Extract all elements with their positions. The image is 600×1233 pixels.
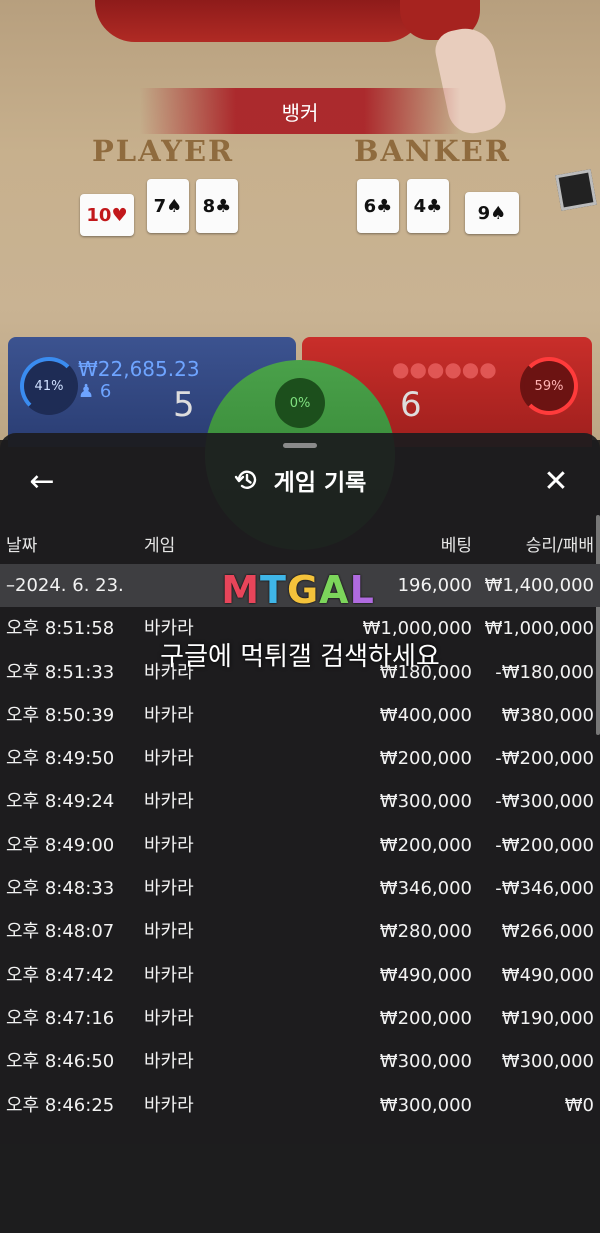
row-bet: ₩300,000 xyxy=(379,791,472,813)
table-row[interactable]: 오후 8:48:33 바카라 ₩346,000 -₩346,000 xyxy=(0,867,600,910)
row-win: -₩300,000 xyxy=(495,791,594,813)
person-icon: ♟ xyxy=(78,381,95,402)
player-card-1: 10♥ xyxy=(80,194,134,236)
history-table-header: 날짜 게임 베팅 승리/패배 xyxy=(0,531,600,557)
row-win: -₩200,000 xyxy=(495,748,594,770)
row-date: 오후 8:48:33 xyxy=(6,878,115,900)
row-date: 오후 8:50:39 xyxy=(6,704,115,726)
header-date: 날짜 xyxy=(6,536,38,556)
watermark-text: 구글에 먹튀갤 검색하세요 xyxy=(160,642,440,672)
banker-card-3: 9♠ xyxy=(465,192,519,234)
table-row[interactable]: 오후 8:47:16 바카라 ₩200,000 ₩190,000 xyxy=(0,997,600,1040)
player-card-3: 8♣ xyxy=(196,179,238,233)
banker-score: 6 xyxy=(400,385,422,425)
row-bet: ₩280,000 xyxy=(379,921,472,943)
watermark-logo-letter: T xyxy=(260,568,287,612)
row-bet: ₩300,000 xyxy=(379,1094,472,1116)
banker-card-2: 4♣ xyxy=(407,179,449,233)
header-bet: 베팅 xyxy=(440,536,472,556)
row-game: 바카라 xyxy=(144,748,194,770)
table-row[interactable]: 오후 8:49:50 바카라 ₩200,000 -₩200,000 xyxy=(0,737,600,780)
row-game: 바카라 xyxy=(144,791,194,813)
player-bettor-count-value: 6 xyxy=(99,381,112,402)
row-date: 오후 8:46:50 xyxy=(6,1051,115,1073)
row-bet: ₩490,000 xyxy=(379,964,472,986)
row-game: 바카라 xyxy=(144,1007,194,1029)
row-date: 오후 8:48:07 xyxy=(6,921,115,943)
round-result-label: 뱅커 xyxy=(281,100,319,125)
watermark-logo-letter: A xyxy=(319,568,350,612)
row-win: ₩266,000 xyxy=(501,921,594,943)
row-game: 바카라 xyxy=(144,921,194,943)
banker-card-1: 6♣ xyxy=(357,179,399,233)
row-bet: ₩200,000 xyxy=(379,748,472,770)
row-date: 오후 8:49:00 xyxy=(6,834,115,856)
table-row[interactable]: 오후 8:47:42 바카라 ₩490,000 ₩490,000 xyxy=(0,954,600,997)
row-game: 바카라 xyxy=(144,1051,194,1073)
table-row[interactable]: 오후 8:50:39 바카라 ₩400,000 ₩380,000 xyxy=(0,694,600,737)
close-button[interactable]: ✕ xyxy=(538,463,574,499)
watermark-logo: MTGAL xyxy=(196,566,400,614)
tie-percent: 0% xyxy=(289,395,311,411)
row-game: 바카라 xyxy=(144,834,194,856)
row-game: 바카라 xyxy=(144,878,194,900)
game-history-sheet: ← 게임 기록 ✕ 날짜 게임 베팅 승리/패배 –2024. 6. 23. 1… xyxy=(0,433,600,1233)
table-row[interactable]: 오후 8:46:25 바카라 ₩300,000 ₩0 xyxy=(0,1084,600,1127)
summary-date: –2024. 6. 23. xyxy=(6,575,124,596)
watermark-logo-letter: M xyxy=(221,568,261,612)
row-win: ₩380,000 xyxy=(501,704,594,726)
table-row[interactable]: 오후 8:46:50 바카라 ₩300,000 ₩300,000 xyxy=(0,1040,600,1083)
table-row[interactable]: 오후 8:48:07 바카라 ₩280,000 ₩266,000 xyxy=(0,910,600,953)
row-win: ₩0 xyxy=(564,1094,594,1116)
round-result-banner: 뱅커 xyxy=(140,88,460,134)
row-bet: ₩200,000 xyxy=(379,834,472,856)
title-group: 게임 기록 xyxy=(0,463,600,497)
sheet-header: ← 게임 기록 ✕ xyxy=(0,455,600,505)
row-win: ₩190,000 xyxy=(501,1007,594,1029)
row-game: 바카라 xyxy=(144,964,194,986)
watermark-logo-letter: L xyxy=(349,568,375,612)
banker-bet-amount-blurred: ●●●●●● xyxy=(392,357,497,381)
row-date: 오후 8:47:16 xyxy=(6,1007,115,1029)
row-date: 오후 8:49:50 xyxy=(6,748,115,770)
summary-bet: 196,000 xyxy=(397,575,472,596)
banker-percent-ring: 59% xyxy=(520,357,578,415)
sheet-title: 게임 기록 xyxy=(273,470,367,496)
player-percent: 41% xyxy=(34,378,64,394)
close-icon: ✕ xyxy=(543,463,569,499)
summary-win: ₩1,400,000 xyxy=(484,575,594,596)
row-win: -₩346,000 xyxy=(495,878,594,900)
table-row[interactable]: 오후 8:49:00 바카라 ₩200,000 -₩200,000 xyxy=(0,824,600,867)
player-card-2: 7♠ xyxy=(147,179,189,233)
row-bet: ₩300,000 xyxy=(379,1051,472,1073)
tie-percent-ring: 0% xyxy=(275,378,325,428)
player-score: 5 xyxy=(173,385,195,425)
row-bet: ₩200,000 xyxy=(379,1007,472,1029)
row-game: 바카라 xyxy=(144,704,194,726)
banker-label: BANKER xyxy=(354,134,511,168)
dealer xyxy=(95,0,425,42)
row-win: -₩200,000 xyxy=(495,834,594,856)
player-percent-ring: 41% xyxy=(20,357,78,415)
sheet-drag-handle[interactable] xyxy=(283,443,317,448)
row-bet: ₩400,000 xyxy=(379,704,472,726)
row-date: 오후 8:49:24 xyxy=(6,791,115,813)
row-date: 오후 8:46:25 xyxy=(6,1094,115,1116)
card-shoe xyxy=(555,169,597,211)
player-label: PLAYER xyxy=(92,134,235,168)
watermark-logo-letter: G xyxy=(286,568,320,612)
row-win: ₩490,000 xyxy=(501,964,594,986)
row-win: ₩300,000 xyxy=(501,1051,594,1073)
row-game: 바카라 xyxy=(144,1094,194,1116)
history-icon xyxy=(234,470,256,489)
table-row[interactable]: 오후 8:49:24 바카라 ₩300,000 -₩300,000 xyxy=(0,780,600,823)
banker-percent: 59% xyxy=(534,378,564,394)
header-game: 게임 xyxy=(144,536,176,556)
player-bettor-count: ♟ 6 xyxy=(78,381,111,402)
row-bet: ₩346,000 xyxy=(379,878,472,900)
player-bet-amount: ₩22,685.23 xyxy=(78,357,200,381)
header-win-loss: 승리/패배 xyxy=(525,536,594,556)
row-date: 오후 8:47:42 xyxy=(6,964,115,986)
